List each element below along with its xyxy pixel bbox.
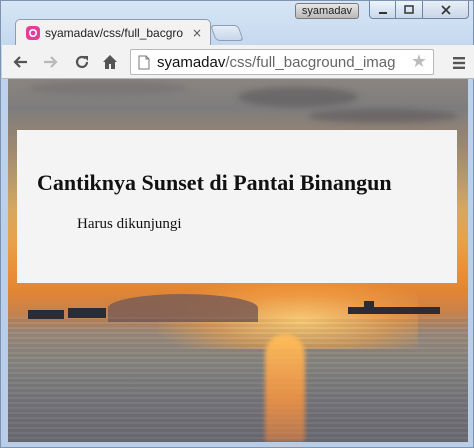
address-bar[interactable]: syamadav/css/full_bacground_imag ★ <box>130 49 434 75</box>
cloud <box>28 81 188 95</box>
content-box: Cantiknya Sunset di Pantai Binangun Haru… <box>17 130 457 283</box>
sea <box>8 317 468 442</box>
forward-button[interactable] <box>42 53 60 71</box>
minimize-icon <box>378 11 387 14</box>
close-icon <box>440 4 451 15</box>
page-heading: Cantiknya Sunset di Pantai Binangun <box>37 170 392 195</box>
tab-title: syamadav/css/full_bacgro <box>45 26 183 40</box>
sun-reflection <box>265 334 305 442</box>
maximize-icon <box>404 4 414 14</box>
maximize-button[interactable] <box>396 1 423 19</box>
ship-silhouette <box>364 301 374 309</box>
minimize-button[interactable] <box>369 1 396 19</box>
ship-silhouette <box>68 308 106 318</box>
page-icon <box>138 55 150 70</box>
menu-icon <box>453 57 465 69</box>
back-button[interactable] <box>11 53 29 71</box>
browser-tab[interactable]: syamadav/css/full_bacgro × <box>15 19 211 45</box>
home-icon <box>103 55 117 69</box>
menu-button[interactable] <box>452 55 466 74</box>
forward-arrow-icon <box>44 56 58 68</box>
browser-window: syamadav syamadav/css/full_bacgro × syam… <box>0 0 474 448</box>
star-icon[interactable]: ★ <box>411 53 427 71</box>
cloud <box>238 87 358 107</box>
page-subtext: Harus dikunjungi <box>77 216 182 232</box>
url-text: syamadav/css/full_bacground_imag <box>157 54 407 71</box>
url-host: syamadav <box>157 54 226 71</box>
cloud <box>308 109 458 123</box>
reload-button[interactable] <box>73 53 91 71</box>
user-profile-chip[interactable]: syamadav <box>295 3 359 19</box>
toolbar: syamadav/css/full_bacground_imag ★ <box>2 45 474 79</box>
window-controls <box>369 1 469 19</box>
close-window-button[interactable] <box>423 1 469 19</box>
home-button[interactable] <box>101 53 119 71</box>
page-viewport: Cantiknya Sunset di Pantai Binangun Haru… <box>8 79 468 442</box>
back-arrow-icon <box>13 56 27 68</box>
tab-close-icon[interactable]: × <box>192 26 202 40</box>
ship-silhouette <box>348 307 440 314</box>
new-tab-button[interactable] <box>210 25 244 41</box>
page-favicon-icon <box>26 26 40 40</box>
url-path: /css/full_bacground_imag <box>225 54 396 71</box>
reload-icon <box>75 55 89 69</box>
ship-silhouette <box>28 310 64 319</box>
